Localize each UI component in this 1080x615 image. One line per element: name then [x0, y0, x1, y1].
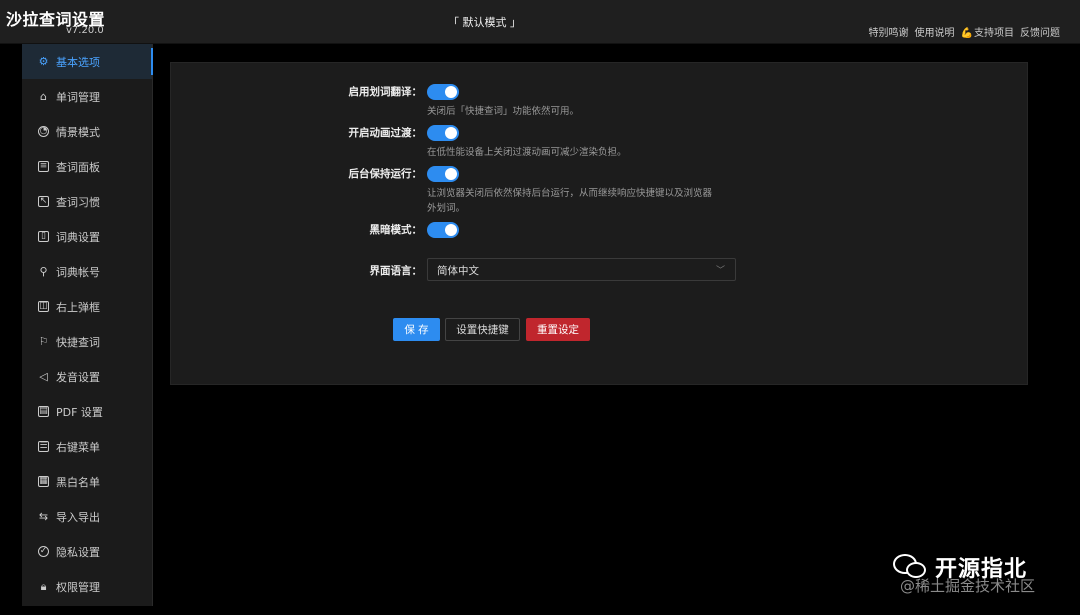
dark-mode-toggle[interactable] — [427, 222, 459, 238]
sidebar-item-label: 隐私设置 — [56, 545, 100, 559]
mode-selector[interactable]: 「 默认模式 」 — [448, 14, 521, 30]
sidebar-item-pdf[interactable]: ▤ PDF 设置 — [22, 394, 152, 429]
book-icon: ▯ — [38, 231, 49, 242]
key-icon: ⚲ — [39, 265, 48, 278]
toggle-knob — [445, 168, 457, 180]
sidebar-item-privacy[interactable]: ✓ 隐私设置 — [22, 534, 152, 569]
background-run-label: 后台保持运行： — [348, 168, 423, 180]
sidebar-item-label: 词典帐号 — [56, 265, 100, 279]
dark-mode-label: 黑暗模式： — [369, 224, 423, 236]
sidebar-item-dicts[interactable]: ▯ 词典设置 — [22, 219, 152, 254]
background-run-desc-line1: 让浏览器关闭后依然保持后台运行，从而继续响应快捷键以及浏览器 — [427, 188, 713, 199]
toggle-knob — [445, 86, 457, 98]
muscle-icon: 💪 — [960, 28, 973, 39]
background-run-desc-line2: 外划词。 — [427, 203, 466, 214]
animation-toggle[interactable] — [427, 125, 459, 141]
sidebar-item-context-menu[interactable]: ☰ 右键菜单 — [22, 429, 152, 464]
panel-icon: ≡ — [38, 161, 49, 172]
top-header: 沙拉查词设置 v7.20.0 「 默认模式 」 特别鸣谢 使用说明 💪支持项目 … — [0, 0, 1080, 44]
sidebar-item-label: 情景模式 — [56, 125, 100, 139]
sidebar-item-label: 导入导出 — [56, 510, 100, 524]
link-manual[interactable]: 使用说明 — [915, 24, 955, 39]
cursor-select-icon: ↖ — [38, 196, 49, 207]
background-run-toggle[interactable] — [427, 166, 459, 182]
sidebar-item-import-export[interactable]: ⇆ 导入导出 — [22, 499, 152, 534]
gear-icon: ⚙ — [38, 55, 49, 68]
sidebar-item-label: 右上弹框 — [56, 300, 100, 314]
animation-desc: 在低性能设备上关闭过渡动画可减少渲染负担。 — [427, 147, 627, 158]
sidebar-item-search-habits[interactable]: ↖ 查词习惯 — [22, 184, 152, 219]
app-version: v7.20.0 — [66, 25, 104, 36]
swap-icon: ⇆ — [38, 510, 49, 523]
sidebar-item-words[interactable]: ⌂ 单词管理 — [22, 79, 152, 114]
sidebar-item-label: 查词习惯 — [56, 195, 100, 209]
tag-icon: ⌂ — [40, 90, 47, 103]
animation-label: 开启动画过渡： — [348, 127, 423, 139]
shield-icon: ✓ — [38, 546, 49, 557]
menu-doc-icon: ☰ — [38, 441, 49, 452]
toggle-knob — [445, 224, 457, 236]
sidebar: ⚙ 基本选项 ⌂ 单词管理 ◔ 情景模式 ≡ 查词面板 ↖ 查词习惯 ▯ 词典设… — [22, 44, 153, 606]
link-support-label: 支持项目 — [974, 28, 1014, 39]
language-label: 界面语言： — [369, 265, 423, 277]
sidebar-item-label: 词典设置 — [56, 230, 100, 244]
pdf-file-icon: ▤ — [38, 406, 49, 417]
language-value: 简体中文 — [437, 265, 479, 277]
sidebar-item-permissions[interactable]: 🔒︎ 权限管理 — [22, 569, 152, 604]
set-shortcut-button[interactable]: 设置快捷键 — [445, 318, 520, 341]
flag-icon: ⚐ — [38, 335, 49, 348]
sidebar-item-label: 快捷查词 — [56, 335, 100, 349]
sidebar-item-dict-panel[interactable]: ≡ 查词面板 — [22, 149, 152, 184]
sidebar-item-label: 黑白名单 — [56, 475, 100, 489]
sidebar-item-popup[interactable]: ◫ 右上弹框 — [22, 289, 152, 324]
window-icon: ◫ — [38, 301, 49, 312]
selection-translate-toggle[interactable] — [427, 84, 459, 100]
sidebar-item-label: 单词管理 — [56, 90, 100, 104]
selection-translate-label: 启用划词翻译： — [348, 86, 423, 98]
sidebar-item-quick-search[interactable]: ⚐ 快捷查词 — [22, 324, 152, 359]
selection-translate-desc: 关闭后「快捷查词」功能依然可用。 — [427, 106, 580, 117]
link-support[interactable]: 💪支持项目 — [961, 24, 1014, 39]
save-button[interactable]: 保 存 — [393, 318, 440, 341]
gauge-icon: ◔ — [38, 126, 49, 137]
sidebar-item-label: 右键菜单 — [56, 440, 100, 454]
sidebar-item-dict-accounts[interactable]: ⚲ 词典帐号 — [22, 254, 152, 289]
lock-icon: 🔒︎ — [40, 580, 47, 593]
list-icon: ▦ — [38, 476, 49, 487]
sidebar-item-basic[interactable]: ⚙ 基本选项 — [22, 44, 153, 79]
link-thanks[interactable]: 特别鸣谢 — [869, 24, 909, 39]
sidebar-item-blacklist[interactable]: ▦ 黑白名单 — [22, 464, 152, 499]
chevron-down-icon: ﹀ — [715, 266, 725, 276]
language-select[interactable]: 简体中文 ﹀ — [427, 258, 736, 281]
watermark-subtitle: @稀土掘金技术社区 — [900, 577, 1036, 595]
link-feedback[interactable]: 反馈问题 — [1020, 24, 1060, 39]
sidebar-item-label: 发音设置 — [56, 370, 100, 384]
speaker-icon: ◁ — [39, 370, 48, 383]
sidebar-item-label: 权限管理 — [56, 580, 100, 594]
sidebar-item-label: PDF 设置 — [56, 405, 103, 419]
background-run-desc: 让浏览器关闭后依然保持后台运行，从而继续响应快捷键以及浏览器 外划词。 — [427, 186, 757, 216]
sidebar-item-pronunciation[interactable]: ◁ 发音设置 — [22, 359, 152, 394]
reset-settings-button[interactable]: 重置设定 — [526, 318, 590, 341]
sidebar-item-label: 基本选项 — [56, 55, 100, 69]
header-links: 特别鸣谢 使用说明 💪支持项目 反馈问题 — [869, 24, 1060, 39]
sidebar-item-label: 查词面板 — [56, 160, 100, 174]
sidebar-item-profiles[interactable]: ◔ 情景模式 — [22, 114, 152, 149]
toggle-knob — [445, 127, 457, 139]
